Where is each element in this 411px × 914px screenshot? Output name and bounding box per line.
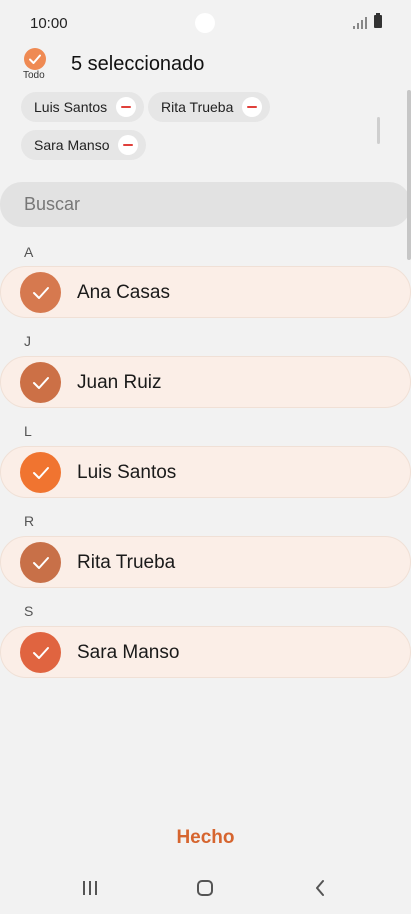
avatar-checked [20,452,61,493]
avatar-checked [20,632,61,673]
chip-selected-contact[interactable]: Sara Manso [21,130,147,160]
chip-label: Luis Santos [34,99,108,115]
contact-name: Rita Trueba [77,552,176,573]
status-time: 10:00 [30,15,68,32]
home-icon[interactable] [185,876,225,900]
check-icon [32,376,49,389]
search-input[interactable]: Buscar [0,182,411,227]
selected-count: 5 seleccionado [71,53,205,75]
check-icon [32,466,49,479]
battery-icon [374,13,382,28]
avatar-checked [20,272,61,313]
remove-icon[interactable] [116,97,137,117]
page-scrollbar[interactable] [407,90,411,260]
contact-row[interactable]: Luis Santos [0,446,411,498]
back-icon[interactable] [300,876,340,900]
chips-scrollbar[interactable] [377,117,380,144]
contact-row[interactable]: Juan Ruiz [0,356,411,408]
section-header: A [24,244,34,260]
chip-selected-contact[interactable]: Luis Santos [21,92,145,122]
contact-row[interactable]: Ana Casas [0,266,411,318]
chip-selected-contact[interactable]: Rita Trueba [148,92,271,122]
section-header: S [24,603,34,619]
navigation-bar [0,862,411,914]
check-icon [32,646,49,659]
check-icon [29,54,41,64]
remove-icon[interactable] [242,97,263,117]
search-placeholder: Buscar [24,194,81,214]
avatar-checked [20,542,61,583]
select-all-label: Todo [23,70,45,81]
done-button[interactable]: Hecho [0,826,411,850]
chip-label: Sara Manso [34,137,110,153]
check-icon [32,556,49,569]
contact-name: Ana Casas [77,282,170,303]
contact-name: Juan Ruiz [77,372,162,393]
avatar-checked [20,362,61,403]
remove-icon[interactable] [118,135,139,155]
signal-icon [353,17,367,29]
select-all-checkbox[interactable] [24,48,46,70]
contact-name: Luis Santos [77,462,177,483]
contact-row[interactable]: Sara Manso [0,626,411,678]
contact-name: Sara Manso [77,642,180,663]
status-bar: 10:00 [0,0,411,44]
section-header: J [24,333,31,349]
contact-row[interactable]: Rita Trueba [0,536,411,588]
check-icon [32,286,49,299]
camera-cutout [195,13,215,33]
recents-icon[interactable] [70,876,110,900]
section-header: L [24,423,32,439]
section-header: R [24,513,35,529]
chip-label: Rita Trueba [161,99,234,115]
